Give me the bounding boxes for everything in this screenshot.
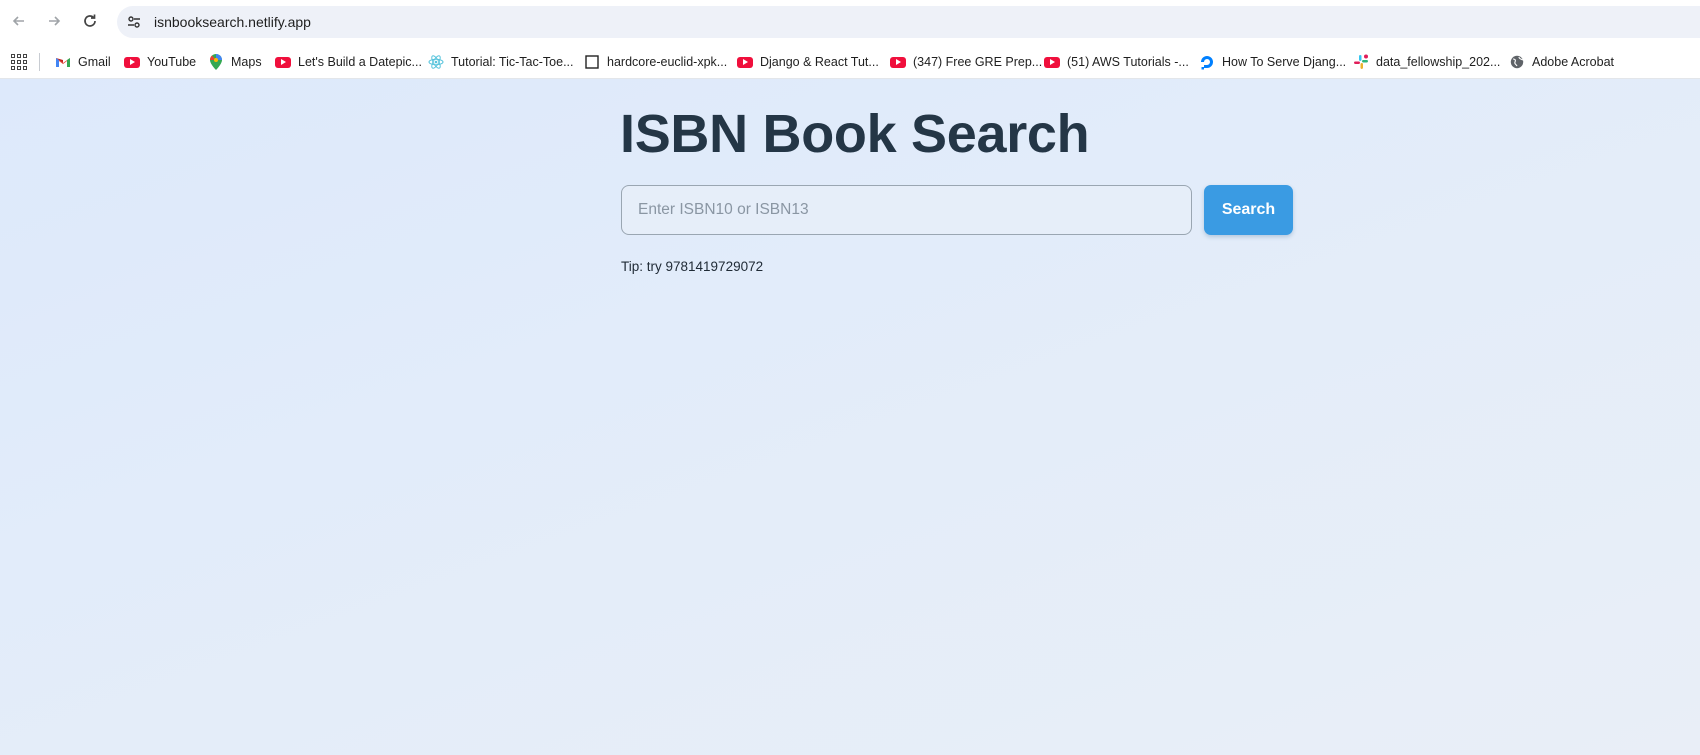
- bookmark-label: data_fellowship_202...: [1376, 55, 1501, 69]
- globe-icon: [1509, 54, 1525, 70]
- youtube-icon: [275, 54, 291, 70]
- react-icon: [428, 54, 444, 70]
- youtube-icon: [890, 54, 906, 70]
- tune-icon: [128, 16, 140, 28]
- youtube-icon: [737, 54, 753, 70]
- bookmark-label: Maps: [231, 55, 262, 69]
- reload-button[interactable]: [79, 10, 101, 32]
- maps-icon: [208, 54, 224, 70]
- slack-icon: [1353, 54, 1369, 70]
- bookmark-adobe-acrobat[interactable]: Adobe Acrobat: [1509, 51, 1614, 73]
- isbn-search-input[interactable]: [621, 185, 1192, 235]
- address-bar[interactable]: isnbooksearch.netlify.app: [117, 6, 1700, 38]
- page-body: ISBN Book Search Search Tip: try 9781419…: [0, 79, 1700, 755]
- bookmark-data-fellowship[interactable]: data_fellowship_202...: [1353, 51, 1500, 73]
- apps-icon[interactable]: [9, 52, 27, 70]
- digitalocean-icon: [1199, 54, 1215, 70]
- divider: [39, 53, 40, 71]
- search-button[interactable]: Search: [1204, 185, 1293, 235]
- bookmark-maps[interactable]: Maps: [208, 51, 262, 73]
- bookmarks-bar: Gmail YouTube Maps Let's Build a Datepic…: [0, 44, 1700, 79]
- bookmark-label: How To Serve Djang...: [1222, 55, 1347, 69]
- browser-toolbar: isnbooksearch.netlify.app: [0, 0, 1700, 44]
- tip-text: Tip: try 9781419729072: [621, 259, 764, 274]
- bookmark-label: YouTube: [147, 55, 197, 69]
- bookmark-label: Tutorial: Tic-Tac-Toe...: [451, 55, 574, 69]
- bookmark-label: Let's Build a Datepic...: [298, 55, 422, 69]
- site-info-button[interactable]: [125, 13, 143, 31]
- bookmark-gre-prep[interactable]: (347) Free GRE Prep...: [890, 51, 1042, 73]
- bookmark-label: Django & React Tut...: [760, 55, 879, 69]
- bookmark-django-react[interactable]: Django & React Tut...: [737, 51, 879, 73]
- bookmark-datepicker[interactable]: Let's Build a Datepic...: [275, 51, 422, 73]
- youtube-icon: [1044, 54, 1060, 70]
- url-text: isnbooksearch.netlify.app: [154, 14, 311, 30]
- forward-button[interactable]: [43, 10, 65, 32]
- bookmark-gmail[interactable]: Gmail: [55, 51, 111, 73]
- page-title: ISBN Book Search: [620, 104, 1090, 164]
- bookmark-label: Adobe Acrobat: [1532, 55, 1615, 69]
- bookmark-youtube[interactable]: YouTube: [124, 51, 196, 73]
- arrow-left-icon: [12, 16, 24, 26]
- back-button[interactable]: [8, 10, 30, 32]
- bookmark-label: (51) AWS Tutorials -...: [1067, 55, 1189, 69]
- page-icon: [584, 54, 600, 70]
- bookmark-hardcore-euclid[interactable]: hardcore-euclid-xpk...: [584, 51, 727, 73]
- bookmark-label: hardcore-euclid-xpk...: [607, 55, 728, 69]
- bookmark-aws-tutorials[interactable]: (51) AWS Tutorials -...: [1044, 51, 1189, 73]
- bookmark-serve-django[interactable]: How To Serve Djang...: [1199, 51, 1346, 73]
- bookmark-tictactoe[interactable]: Tutorial: Tic-Tac-Toe...: [428, 51, 574, 73]
- gmail-icon: [55, 54, 71, 70]
- reload-icon: [84, 14, 96, 27]
- bookmark-label: (347) Free GRE Prep...: [913, 55, 1043, 69]
- youtube-icon: [124, 54, 140, 70]
- arrow-right-icon: [49, 16, 61, 26]
- bookmark-label: Gmail: [78, 55, 111, 69]
